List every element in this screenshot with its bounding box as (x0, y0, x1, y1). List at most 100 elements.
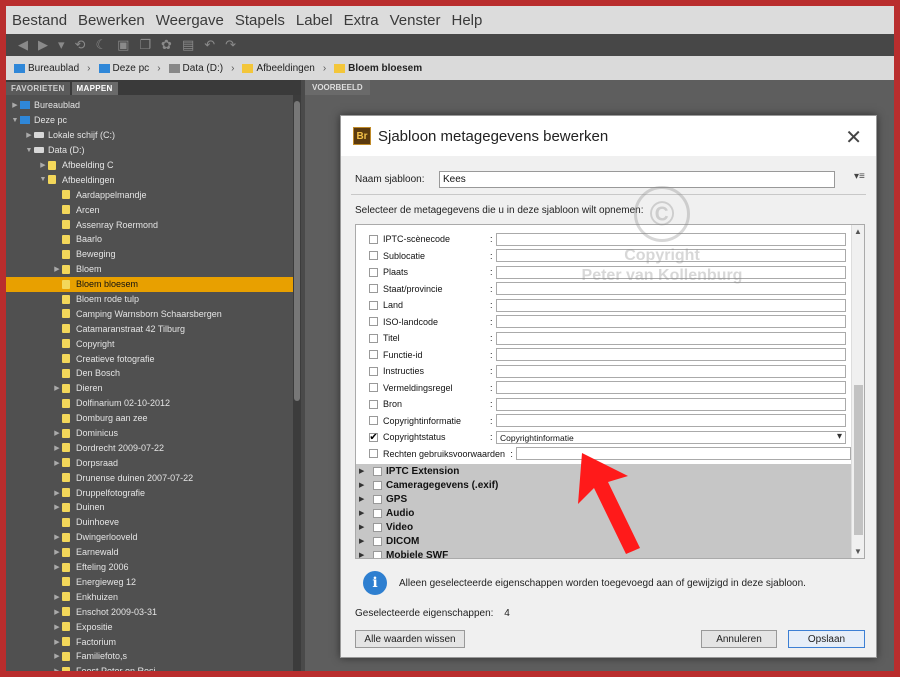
folder-tree-item[interactable]: ▶ Dorpsraad (6, 455, 293, 470)
group-checkbox[interactable] (373, 550, 382, 558)
group-checkbox[interactable] (373, 536, 382, 546)
tab-favorites[interactable]: FAVORIETEN (6, 82, 70, 95)
save-button[interactable]: Opslaan (788, 630, 865, 648)
field-value-input[interactable] (496, 265, 846, 279)
field-value-input[interactable] (496, 381, 846, 395)
folder-tree-item[interactable]: Duinhoeve (6, 515, 293, 530)
field-value-dropdown[interactable]: Copyrightinformatie (496, 430, 846, 444)
field-value-input[interactable] (496, 298, 846, 312)
folder-tree-item[interactable]: Creatieve fotografie (6, 351, 293, 366)
field-value-input[interactable] (496, 315, 846, 329)
menu-item-stapels[interactable]: Stapels (235, 12, 285, 29)
tab-preview[interactable]: VOORBEELD (305, 80, 370, 95)
expand-triangle-icon[interactable]: ▶ (359, 537, 369, 545)
folder-tree-item[interactable]: Catamaranstraat 42 Tilburg (6, 321, 293, 336)
chevron-right-icon[interactable]: ▶ (52, 652, 62, 660)
folder-tree-item[interactable]: ▶ Feest Peter en Resi (6, 664, 293, 671)
field-checkbox[interactable] (369, 449, 378, 459)
chevron-right-icon[interactable]: ▶ (10, 101, 20, 109)
folder-tree-item[interactable]: ▶ Druppelfotografie (6, 485, 293, 500)
chevron-right-icon[interactable]: › (157, 63, 160, 74)
field-value-input[interactable] (496, 282, 846, 296)
breadcrumb-item[interactable]: Afbeeldingen (242, 63, 315, 74)
field-checkbox[interactable]: ✔ (369, 432, 378, 442)
field-value-input[interactable] (496, 414, 846, 428)
template-name-input[interactable] (439, 171, 835, 188)
chevron-down-icon[interactable]: ▼ (38, 176, 48, 183)
folder-tree-item[interactable]: ▶ Expositie (6, 619, 293, 634)
chevron-right-icon[interactable]: ▶ (52, 563, 62, 571)
folder-tree-item[interactable]: Den Bosch (6, 366, 293, 381)
chevron-down-icon[interactable]: ▼ (24, 147, 34, 154)
chevron-right-icon[interactable]: ▶ (52, 548, 62, 556)
folder-tree-item[interactable]: ▶ Dordrecht 2009-07-22 (6, 440, 293, 455)
expand-triangle-icon[interactable]: ▶ (359, 467, 369, 475)
field-value-input[interactable] (496, 249, 846, 263)
close-icon[interactable]: ✕ (845, 125, 862, 150)
cancel-button[interactable]: Annuleren (701, 630, 777, 648)
field-checkbox[interactable] (369, 333, 378, 343)
folder-tree-item[interactable]: ▶ Duinen (6, 500, 293, 515)
folder-tree-item[interactable]: ▶ Lokale schijf (C:) (6, 128, 293, 143)
template-menu-icon[interactable]: ▾≡ (854, 171, 865, 182)
folder-tree-item[interactable]: ▶ Bloem (6, 262, 293, 277)
chevron-right-icon[interactable]: ▶ (52, 444, 62, 452)
field-checkbox[interactable] (369, 300, 378, 310)
folder-tree-item[interactable]: Dolfinarium 02-10-2012 (6, 396, 293, 411)
clear-all-button[interactable]: Alle waarden wissen (355, 630, 465, 648)
field-checkbox[interactable] (369, 284, 378, 294)
field-checkbox[interactable] (369, 366, 378, 376)
chevron-down-icon[interactable]: ▼ (10, 117, 20, 124)
folder-tree-item[interactable]: ▶ Enschot 2009-03-31 (6, 604, 293, 619)
chevron-right-icon[interactable]: › (231, 63, 234, 74)
group-checkbox[interactable] (373, 480, 382, 490)
field-value-input[interactable] (496, 397, 846, 411)
expand-triangle-icon[interactable]: ▶ (359, 481, 369, 489)
folder-tree-item[interactable]: ▶ Bureaublad (6, 98, 293, 113)
rotate-left-icon[interactable]: ↶ (204, 37, 215, 53)
folder-tree-item[interactable]: Assenray Roermond (6, 217, 293, 232)
breadcrumb-item[interactable]: Data (D:) (168, 63, 223, 74)
menu-item-bestand[interactable]: Bestand (12, 12, 67, 29)
folder-tree-item[interactable]: ▶ Enkhuizen (6, 589, 293, 604)
chevron-right-icon[interactable]: ▶ (38, 161, 48, 169)
back-arrow-icon[interactable]: ◀ (18, 37, 28, 53)
scroll-up-icon[interactable]: ▲ (854, 227, 862, 236)
chevron-right-icon[interactable]: ▶ (52, 533, 62, 541)
open-icon[interactable]: ▤ (182, 37, 194, 53)
expand-triangle-icon[interactable]: ▶ (359, 551, 369, 558)
scroll-thumb[interactable] (854, 385, 863, 535)
boomerang-icon[interactable]: ☾ (95, 37, 107, 53)
stack-icon[interactable]: ❐ (139, 37, 151, 53)
field-value-input[interactable] (496, 364, 846, 378)
menu-item-label[interactable]: Label (296, 12, 333, 29)
chevron-right-icon[interactable]: › (87, 63, 90, 74)
folder-tree-item[interactable]: Arcen (6, 202, 293, 217)
field-checkbox[interactable] (369, 251, 378, 261)
chevron-right-icon[interactable]: ▶ (52, 459, 62, 467)
group-checkbox[interactable] (373, 494, 382, 504)
forward-arrow-icon[interactable]: ▶ (38, 37, 48, 53)
chevron-right-icon[interactable]: ▶ (52, 265, 62, 273)
folder-tree-item[interactable]: ▶ Familiefoto,s (6, 649, 293, 664)
chevron-right-icon[interactable]: ▶ (24, 131, 34, 139)
expand-triangle-icon[interactable]: ▶ (359, 509, 369, 517)
chevron-right-icon[interactable]: ▶ (52, 384, 62, 392)
folder-tree-item[interactable]: Energieweg 12 (6, 575, 293, 590)
dropdown-icon[interactable]: ▾ (58, 37, 65, 53)
field-value-input[interactable] (516, 447, 851, 461)
field-checkbox[interactable] (369, 383, 378, 393)
chevron-right-icon[interactable]: ▶ (52, 667, 62, 671)
chevron-right-icon[interactable]: ▶ (52, 593, 62, 601)
folder-tree-item[interactable]: Domburg aan zee (6, 411, 293, 426)
group-checkbox[interactable] (373, 508, 382, 518)
chevron-right-icon[interactable]: ▶ (52, 623, 62, 631)
refine-icon[interactable]: ✿ (161, 37, 172, 53)
chevron-right-icon[interactable]: ▶ (52, 429, 62, 437)
folder-tree-item[interactable]: ▶ Dieren (6, 381, 293, 396)
folder-tree-item[interactable]: ▶ Dwingerlooveld (6, 530, 293, 545)
chevron-right-icon[interactable]: ▶ (52, 638, 62, 646)
chevron-right-icon[interactable]: ▶ (52, 489, 62, 497)
rotate-right-icon[interactable]: ↷ (225, 37, 236, 53)
menu-item-weergave[interactable]: Weergave (156, 12, 224, 29)
